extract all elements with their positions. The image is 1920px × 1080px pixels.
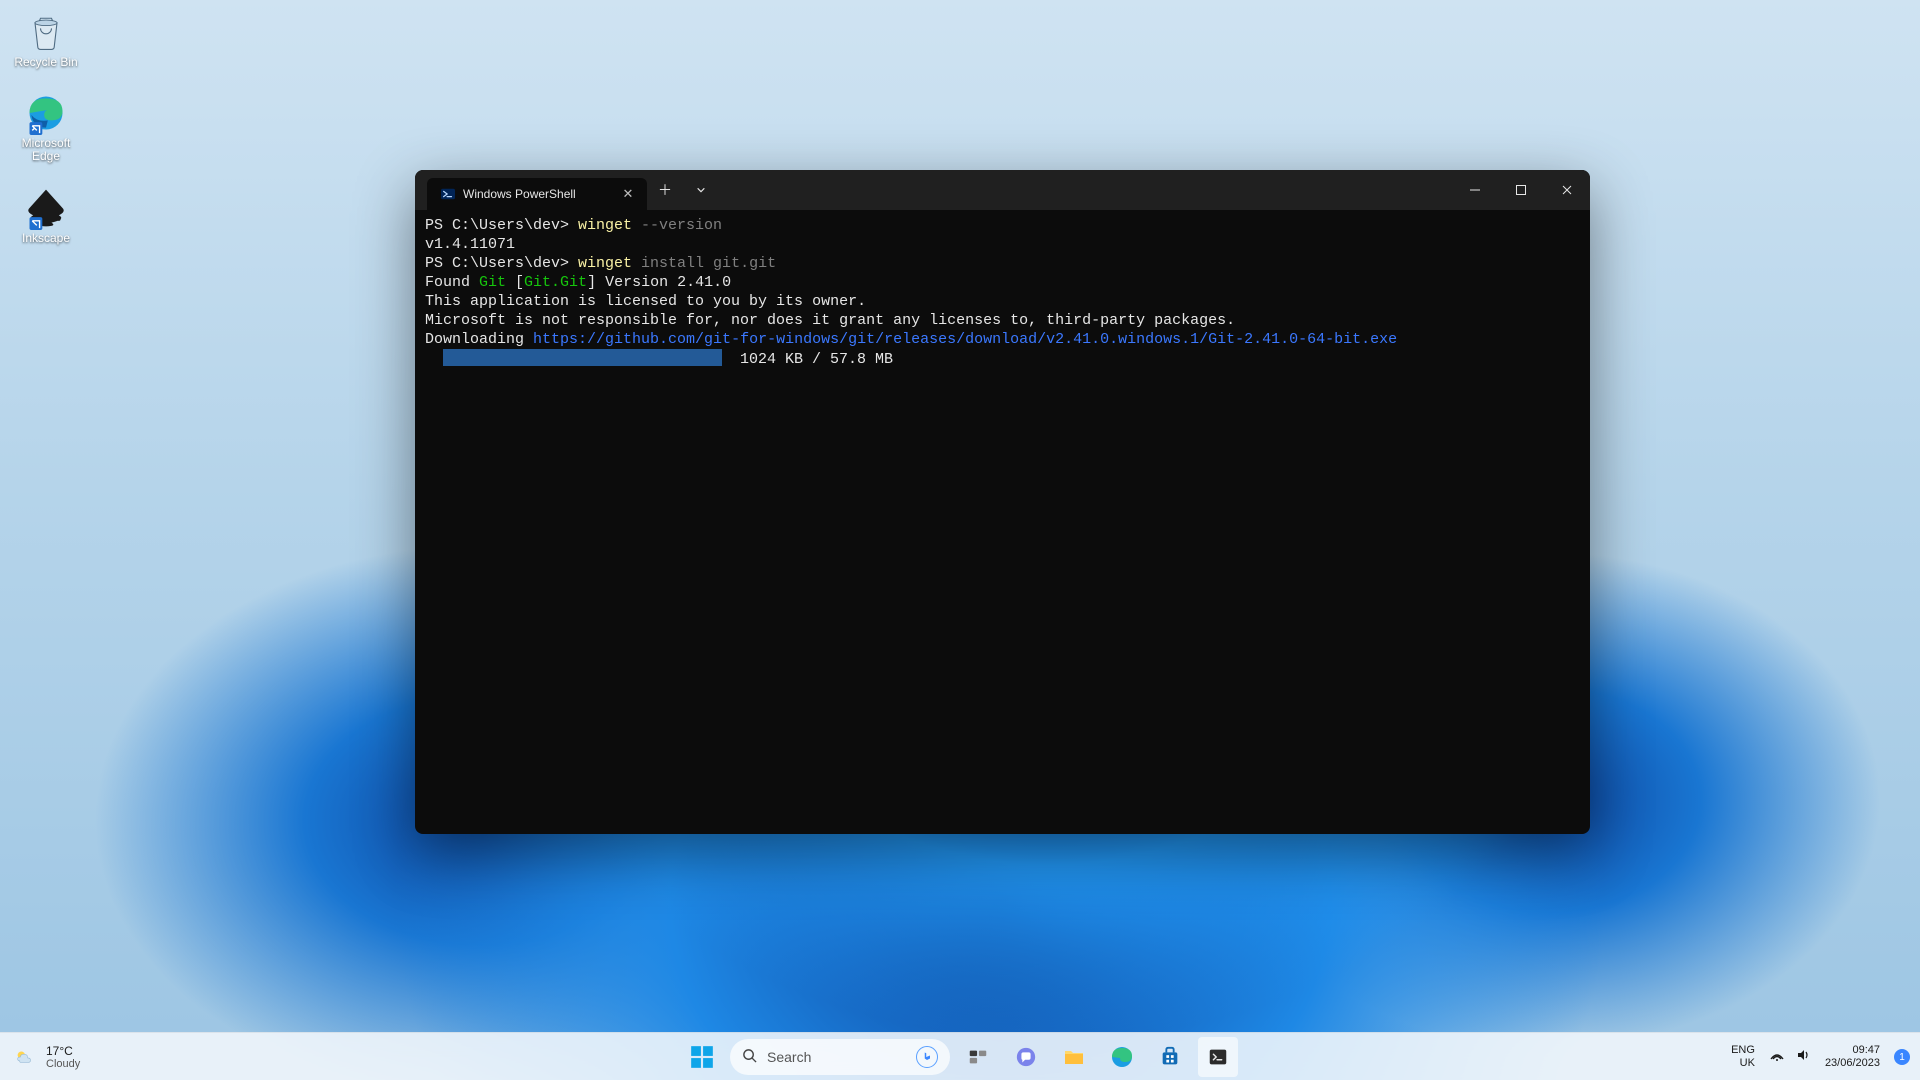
desktop-icon-label: Microsoft Edge	[8, 137, 84, 163]
search-icon	[742, 1048, 757, 1066]
notification-badge[interactable]: 1	[1894, 1049, 1910, 1065]
ps-prompt: PS C:\Users\dev>	[425, 255, 578, 272]
output-line: Microsoft is not responsible for, nor do…	[425, 312, 1235, 329]
taskbar-widgets[interactable]: 17°C Cloudy	[14, 1033, 80, 1080]
output-line: Found	[425, 274, 479, 291]
desktop-icon-inkscape[interactable]: Inkscape	[8, 186, 84, 245]
tab-title: Windows PowerShell	[463, 187, 611, 201]
new-tab-button[interactable]: ＋	[647, 170, 683, 210]
ps-argument: --version	[632, 217, 722, 234]
chat-button[interactable]	[1006, 1037, 1046, 1077]
desktop-icon-edge[interactable]: Microsoft Edge	[8, 91, 84, 163]
output-line: This application is licensed to you by i…	[425, 293, 866, 310]
package-id: Git.Git	[524, 274, 587, 291]
tab-dropdown-button[interactable]	[683, 170, 719, 210]
ps-prompt: PS C:\Users\dev>	[425, 217, 578, 234]
terminal-taskbar-button[interactable]	[1198, 1037, 1238, 1077]
terminal-window: Windows PowerShell ✕ ＋ PS C	[415, 170, 1590, 834]
progress-text: 1024 KB / 57.8 MB	[722, 351, 893, 368]
clock[interactable]: 09:47 23/06/2023	[1825, 1044, 1880, 1069]
taskbar-search[interactable]: Search	[730, 1039, 950, 1075]
output-line: v1.4.11071	[425, 236, 515, 253]
desktop-icon-recycle-bin[interactable]: Recycle Bin	[8, 10, 84, 69]
tray-icons[interactable]	[1769, 1047, 1811, 1068]
ps-command: winget	[578, 217, 632, 234]
tab-close-button[interactable]: ✕	[619, 186, 637, 202]
file-explorer-button[interactable]	[1054, 1037, 1094, 1077]
network-icon[interactable]	[1769, 1047, 1785, 1068]
task-view-button[interactable]	[958, 1037, 998, 1077]
search-placeholder: Search	[767, 1049, 811, 1065]
output-line: Downloading	[425, 331, 533, 348]
bing-chat-icon[interactable]	[916, 1046, 938, 1068]
start-button[interactable]	[682, 1037, 722, 1077]
weather-icon	[14, 1046, 36, 1068]
powershell-icon	[441, 187, 455, 201]
weather-condition: Cloudy	[46, 1059, 80, 1070]
desktop-icons: Recycle Bin Microsoft Edge	[8, 10, 84, 267]
edge-taskbar-button[interactable]	[1102, 1037, 1142, 1077]
ps-command: winget	[578, 255, 632, 272]
terminal-output[interactable]: PS C:\Users\dev> winget --version v1.4.1…	[415, 210, 1590, 379]
tab-powershell[interactable]: Windows PowerShell ✕	[427, 178, 647, 210]
titlebar[interactable]: Windows PowerShell ✕ ＋	[415, 170, 1590, 210]
desktop-icon-label: Inkscape	[22, 232, 70, 245]
package-name: Git	[479, 274, 506, 291]
desktop: Recycle Bin Microsoft Edge	[0, 0, 1920, 1080]
window-controls	[1452, 170, 1590, 210]
ps-argument: install git.git	[632, 255, 776, 272]
tab-strip: Windows PowerShell ✕	[415, 170, 647, 210]
download-url: https://github.com/git-for-windows/git/r…	[533, 331, 1397, 348]
weather-text: 17°C Cloudy	[46, 1045, 80, 1070]
inkscape-icon	[24, 186, 68, 230]
input-language[interactable]: ENG UK	[1731, 1044, 1755, 1069]
progress-indicator	[443, 349, 452, 366]
desktop-icon-label: Recycle Bin	[14, 56, 77, 69]
edge-icon	[24, 91, 68, 135]
volume-icon[interactable]	[1795, 1047, 1811, 1068]
close-button[interactable]	[1544, 170, 1590, 210]
weather-temperature: 17°C	[46, 1045, 80, 1057]
system-tray: ENG UK 09:47 23/06/2023 1	[1731, 1033, 1910, 1080]
taskbar: 17°C Cloudy Search	[0, 1032, 1920, 1080]
taskbar-center: Search	[682, 1037, 1238, 1077]
maximize-button[interactable]	[1498, 170, 1544, 210]
recycle-bin-icon	[24, 10, 68, 54]
progress-bar	[452, 349, 722, 366]
microsoft-store-button[interactable]	[1150, 1037, 1190, 1077]
minimize-button[interactable]	[1452, 170, 1498, 210]
